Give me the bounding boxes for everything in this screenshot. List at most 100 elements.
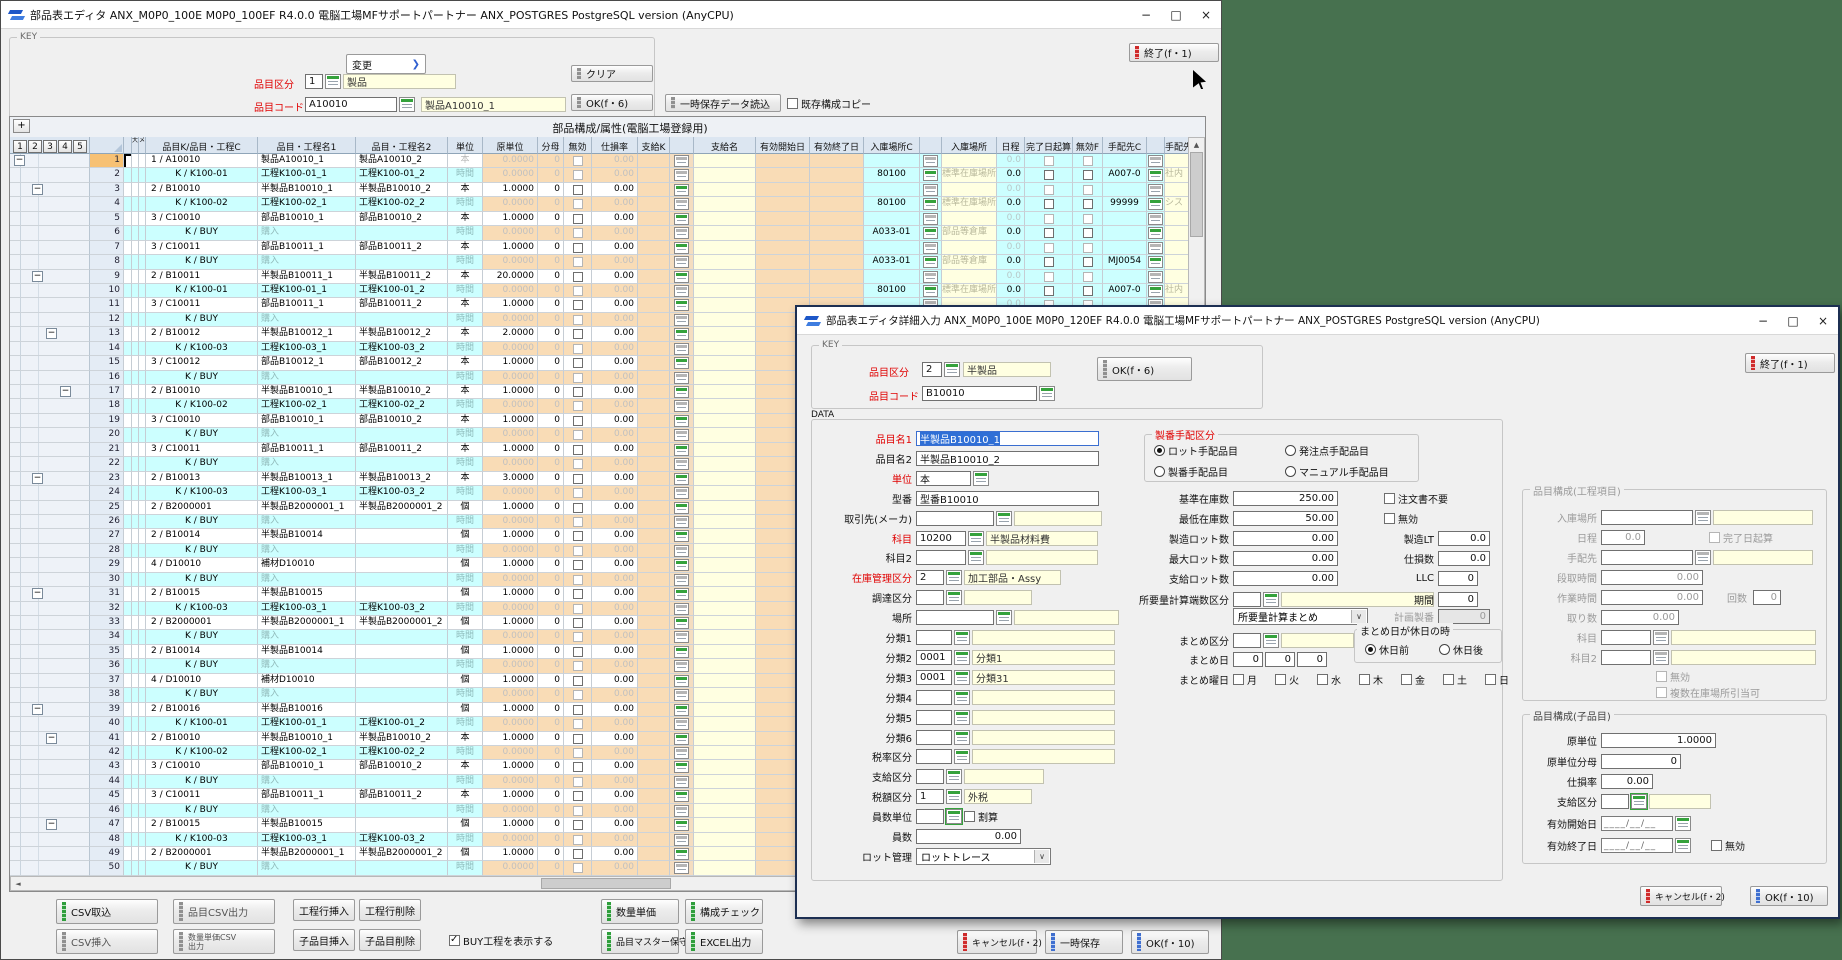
flag-checkbox[interactable]	[1083, 170, 1093, 180]
calc-browse-icon[interactable]	[923, 242, 938, 254]
main-cancel-button[interactable]: キャンセル(f・2)	[957, 930, 1037, 954]
invalid-checkbox[interactable]	[573, 676, 583, 686]
text-input[interactable]: 0	[1438, 571, 1478, 586]
row-number[interactable]: 34	[90, 630, 124, 644]
row-number[interactable]: 5	[90, 212, 124, 226]
flag-checkbox[interactable]	[1083, 214, 1093, 224]
checkbox[interactable]	[1384, 493, 1395, 504]
browse-icon[interactable]	[325, 74, 341, 89]
grid-header-分母[interactable]: 分母	[538, 137, 564, 154]
invalid-checkbox[interactable]	[573, 661, 583, 671]
row-number[interactable]: 17	[90, 385, 124, 399]
text-input[interactable]	[916, 769, 944, 784]
level-button-2[interactable]: 2	[28, 140, 42, 153]
calc-browse-icon[interactable]	[674, 473, 689, 485]
grid-header-col19[interactable]	[920, 137, 942, 154]
grid-row[interactable]: 10K / K100-01工程K100-01_1工程K100-01_2時間0.0…	[10, 284, 1190, 298]
calc-browse-icon[interactable]	[1148, 213, 1163, 225]
text-input[interactable]: 0.00	[1601, 774, 1653, 789]
flag-checkbox[interactable]	[1044, 228, 1054, 238]
level-button-1[interactable]: 1	[13, 140, 27, 153]
grid-header-有効終了日[interactable]: 有効終了日	[810, 137, 864, 154]
invalid-checkbox[interactable]	[573, 618, 583, 628]
row-number[interactable]: 23	[90, 472, 124, 486]
structure-check-button[interactable]: 構成チェック	[685, 899, 763, 924]
calc-browse-icon[interactable]	[674, 805, 689, 817]
flag-checkbox[interactable]	[1044, 286, 1054, 296]
text-input[interactable]: 0001	[916, 670, 952, 685]
invalid-checkbox[interactable]	[573, 777, 583, 787]
row-number[interactable]: 22	[90, 457, 124, 471]
radio-before-holiday[interactable]: 休日前	[1365, 642, 1409, 657]
text-input[interactable]: 0.00	[916, 829, 1021, 844]
copy-structure-checkbox[interactable]	[787, 98, 798, 109]
calc-browse-icon[interactable]	[923, 285, 938, 297]
calc-browse-icon[interactable]	[923, 184, 938, 196]
checkbox[interactable]	[1711, 840, 1722, 851]
invalid-checkbox[interactable]	[573, 416, 583, 426]
row-number[interactable]: 44	[90, 775, 124, 789]
grid-row[interactable]: 2K / K100-01工程K100-01_1工程K100-01_2時間0.00…	[10, 168, 1190, 182]
calc-browse-icon[interactable]	[1148, 256, 1163, 268]
checkbox[interactable]	[1485, 674, 1496, 685]
invalid-checkbox[interactable]	[573, 503, 583, 513]
grid-row[interactable]: 4K / K100-02工程K100-02_1工程K100-02_2時間0.00…	[10, 197, 1190, 211]
close-icon[interactable]: ×	[1191, 4, 1221, 26]
calc-browse-icon[interactable]	[674, 357, 689, 369]
calc-browse-icon[interactable]	[674, 343, 689, 355]
calc-browse-icon[interactable]	[674, 271, 689, 283]
csv-insert-button[interactable]: CSV挿入	[56, 929, 158, 954]
text-input[interactable]: 0	[1438, 592, 1478, 607]
calc-browse-icon[interactable]	[674, 559, 689, 571]
text-input[interactable]	[1601, 550, 1693, 565]
text-input[interactable]: 0.0	[1601, 530, 1645, 545]
row-number[interactable]: 33	[90, 616, 124, 630]
tree-collapse-icon[interactable]: −	[32, 271, 43, 282]
qty-csv-export-button[interactable]: 数量単価CSV出力	[173, 929, 275, 954]
tree-collapse-icon[interactable]: −	[46, 733, 57, 744]
row-number[interactable]: 30	[90, 573, 124, 587]
row-number[interactable]: 29	[90, 558, 124, 572]
grid-row[interactable]: −11 / A10010製品A10010_1製品A10010_2本0.00000…	[10, 154, 1190, 168]
level-button-4[interactable]: 4	[58, 140, 72, 153]
invalid-checkbox[interactable]	[573, 632, 583, 642]
clear-button[interactable]: クリア	[571, 65, 653, 82]
grid-header-無効F[interactable]: 無効F	[1073, 137, 1103, 154]
level-button-3[interactable]: 3	[43, 140, 57, 153]
text-input[interactable]: 10200	[916, 531, 966, 546]
grid-header-単位[interactable]: 単位	[448, 137, 483, 154]
calc-browse-icon[interactable]	[1148, 155, 1163, 167]
calc-browse-icon[interactable]	[674, 328, 689, 340]
child-item-insert-button[interactable]: 子品目挿入	[293, 929, 355, 951]
calc-browse-icon[interactable]	[1148, 184, 1163, 196]
calc-browse-icon[interactable]	[674, 314, 689, 326]
invalid-checkbox[interactable]	[573, 647, 583, 657]
flag-checkbox[interactable]	[1083, 243, 1093, 253]
row-number[interactable]: 45	[90, 789, 124, 803]
flag-checkbox[interactable]	[1083, 257, 1093, 267]
calc-browse-icon[interactable]	[674, 458, 689, 470]
invalid-checkbox[interactable]	[573, 344, 583, 354]
checkbox[interactable]	[1443, 674, 1454, 685]
tree-collapse-icon[interactable]: −	[32, 588, 43, 599]
row-number[interactable]: 19	[90, 414, 124, 428]
text-input[interactable]: 0.0	[1438, 551, 1490, 566]
invalid-checkbox[interactable]	[573, 705, 583, 715]
browse-icon[interactable]	[954, 630, 970, 645]
grid-header-手配先C[interactable]: 手配先C	[1103, 137, 1147, 154]
row-number[interactable]: 49	[90, 847, 124, 861]
row-number[interactable]: 40	[90, 717, 124, 731]
calc-browse-icon[interactable]	[1148, 285, 1163, 297]
calc-browse-icon[interactable]	[674, 285, 689, 297]
grid-header-入庫場所[interactable]: 入庫場所	[942, 137, 997, 154]
tree-collapse-icon[interactable]: −	[32, 184, 43, 195]
row-number[interactable]: 9	[90, 270, 124, 284]
dialog-exit-button[interactable]: 終了(f・1)	[1745, 353, 1835, 373]
checkbox[interactable]	[1656, 687, 1667, 698]
invalid-checkbox[interactable]	[573, 849, 583, 859]
minimize-icon[interactable]: −	[1131, 4, 1161, 26]
grid-row[interactable]: −92 / B10011半製品B10011_1半製品B10011_2本20.00…	[10, 270, 1190, 284]
child-item-delete-button[interactable]: 子品目削除	[359, 929, 421, 951]
flag-checkbox[interactable]	[1083, 286, 1093, 296]
invalid-checkbox[interactable]	[573, 257, 583, 267]
